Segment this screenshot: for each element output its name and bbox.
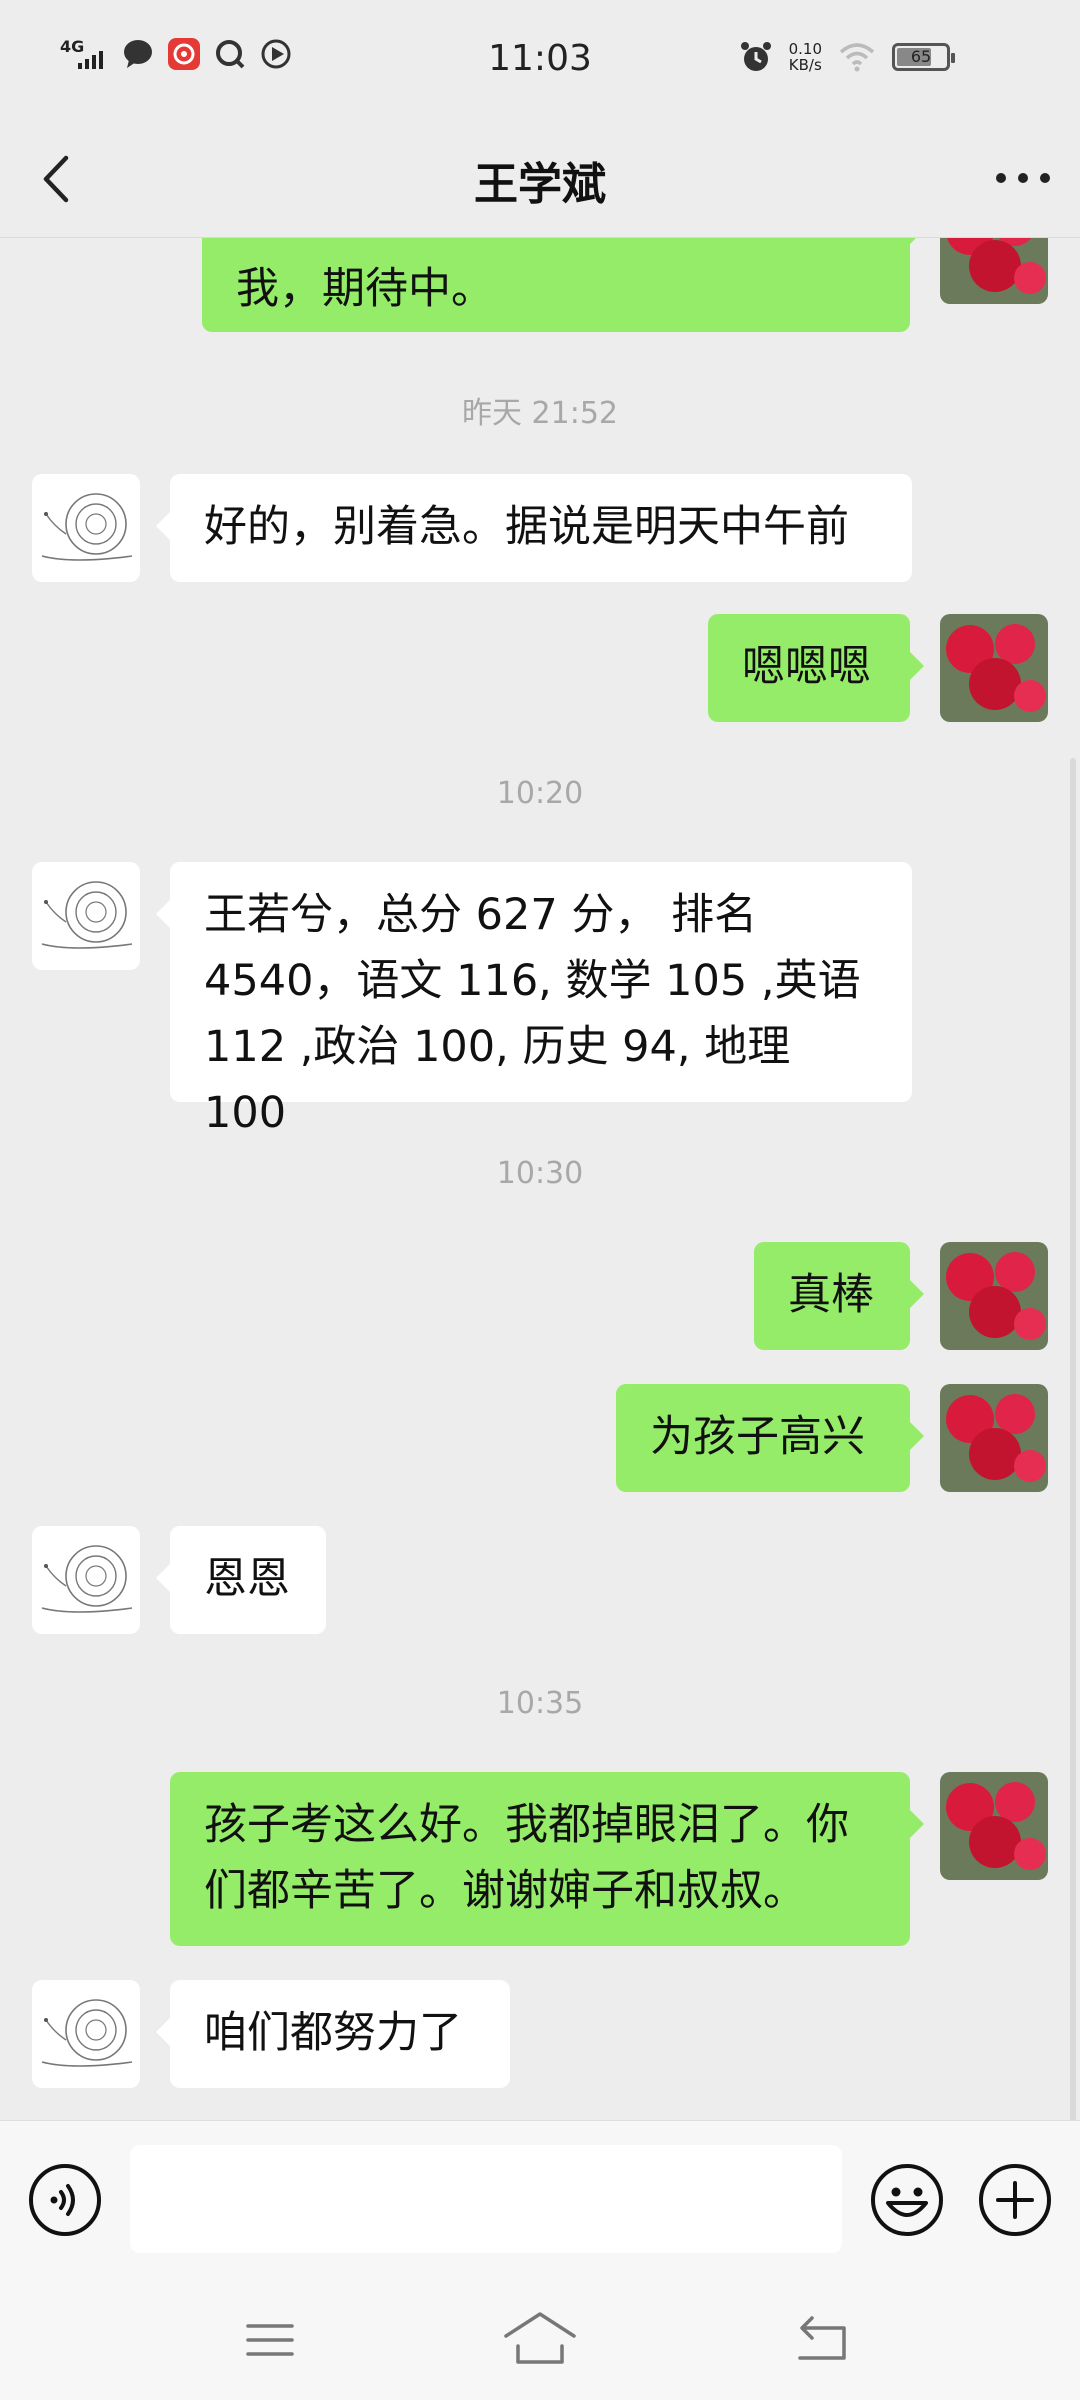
my-avatar[interactable] xyxy=(940,1242,1048,1350)
status-bar: 4G 11:03 0.10 KB/s 65 xyxy=(0,0,1080,120)
chat-title: 王学斌 xyxy=(474,159,606,210)
battery-icon: 65 xyxy=(892,43,955,71)
menu-icon[interactable] xyxy=(240,2310,300,2370)
message-bubble-outgoing[interactable]: 孩子考这么好。我都掉眼泪了。你 们都辛苦了。谢谢婶子和叔叔。 xyxy=(170,1772,924,1946)
network-speed: 0.10 KB/s xyxy=(788,40,822,74)
contact-avatar[interactable] xyxy=(32,1980,140,2088)
rose-avatar-image xyxy=(940,1384,1048,1492)
message-bubble-outgoing[interactable]: 为孩子高兴 xyxy=(616,1384,924,1492)
message-input[interactable] xyxy=(130,2145,842,2253)
message-timestamp: 10:35 xyxy=(496,1686,584,1721)
battery-level: 65 xyxy=(910,47,932,66)
rose-avatar-image xyxy=(940,1772,1048,1880)
my-avatar[interactable] xyxy=(940,1772,1048,1880)
contact-avatar[interactable] xyxy=(32,474,140,582)
message-bubble-incoming[interactable]: 咱们都努力了 xyxy=(156,1980,510,2088)
snail-avatar-image xyxy=(32,1980,140,2088)
chat-header: 王学斌 xyxy=(0,120,1080,238)
snail-avatar-image xyxy=(32,1526,140,1634)
more-dots-icon[interactable] xyxy=(988,150,1058,206)
message-timestamp: 10:20 xyxy=(496,776,584,811)
rose-avatar-image xyxy=(940,614,1048,722)
system-navigation-bar xyxy=(0,2280,1080,2400)
message-bubble-outgoing[interactable]: 我，期待中。 xyxy=(202,238,924,332)
message-bubble-incoming[interactable]: 王若兮，总分 627 分， 排名 4540，语文 116, 数学 105 ,英语… xyxy=(156,862,912,1138)
message-bubble-outgoing[interactable]: 嗯嗯嗯 xyxy=(708,614,924,722)
my-avatar[interactable] xyxy=(940,614,1048,722)
chat-screen: 4G 11:03 0.10 KB/s 65 王学斌 我，期待中。 昨天 21:5… xyxy=(0,0,1080,2400)
wifi-icon xyxy=(839,43,875,72)
snail-avatar-image xyxy=(32,862,140,970)
message-timestamp: 10:30 xyxy=(496,1156,584,1191)
rose-avatar-image xyxy=(940,1242,1048,1350)
scrollbar[interactable] xyxy=(1070,758,1076,2120)
plus-icon[interactable] xyxy=(976,2161,1054,2239)
status-right-icons: 0.10 KB/s 65 xyxy=(739,40,955,74)
back-nav-icon[interactable] xyxy=(790,2310,854,2370)
message-bubble-outgoing[interactable]: 真棒 xyxy=(754,1242,924,1350)
contact-avatar[interactable] xyxy=(32,1526,140,1634)
emoji-icon[interactable] xyxy=(868,2161,946,2239)
message-bubble-incoming[interactable]: 好的，别着急。据说是明天中午前 xyxy=(156,474,912,582)
message-timestamp: 昨天 21:52 xyxy=(462,396,618,431)
contact-avatar[interactable] xyxy=(32,862,140,970)
rose-avatar-image xyxy=(940,238,1048,304)
home-icon[interactable] xyxy=(500,2306,580,2370)
voice-icon[interactable] xyxy=(26,2161,104,2239)
input-bar xyxy=(0,2120,1080,2280)
snail-avatar-image xyxy=(32,474,140,582)
my-avatar[interactable] xyxy=(940,1384,1048,1492)
message-list[interactable]: 我，期待中。 昨天 21:52 好的，别着急。据说是明天中午前 嗯嗯嗯 10:2… xyxy=(0,238,1080,2120)
message-bubble-incoming[interactable]: 恩恩 xyxy=(156,1526,326,1634)
my-avatar[interactable] xyxy=(940,238,1048,304)
alarm-icon xyxy=(740,42,771,71)
